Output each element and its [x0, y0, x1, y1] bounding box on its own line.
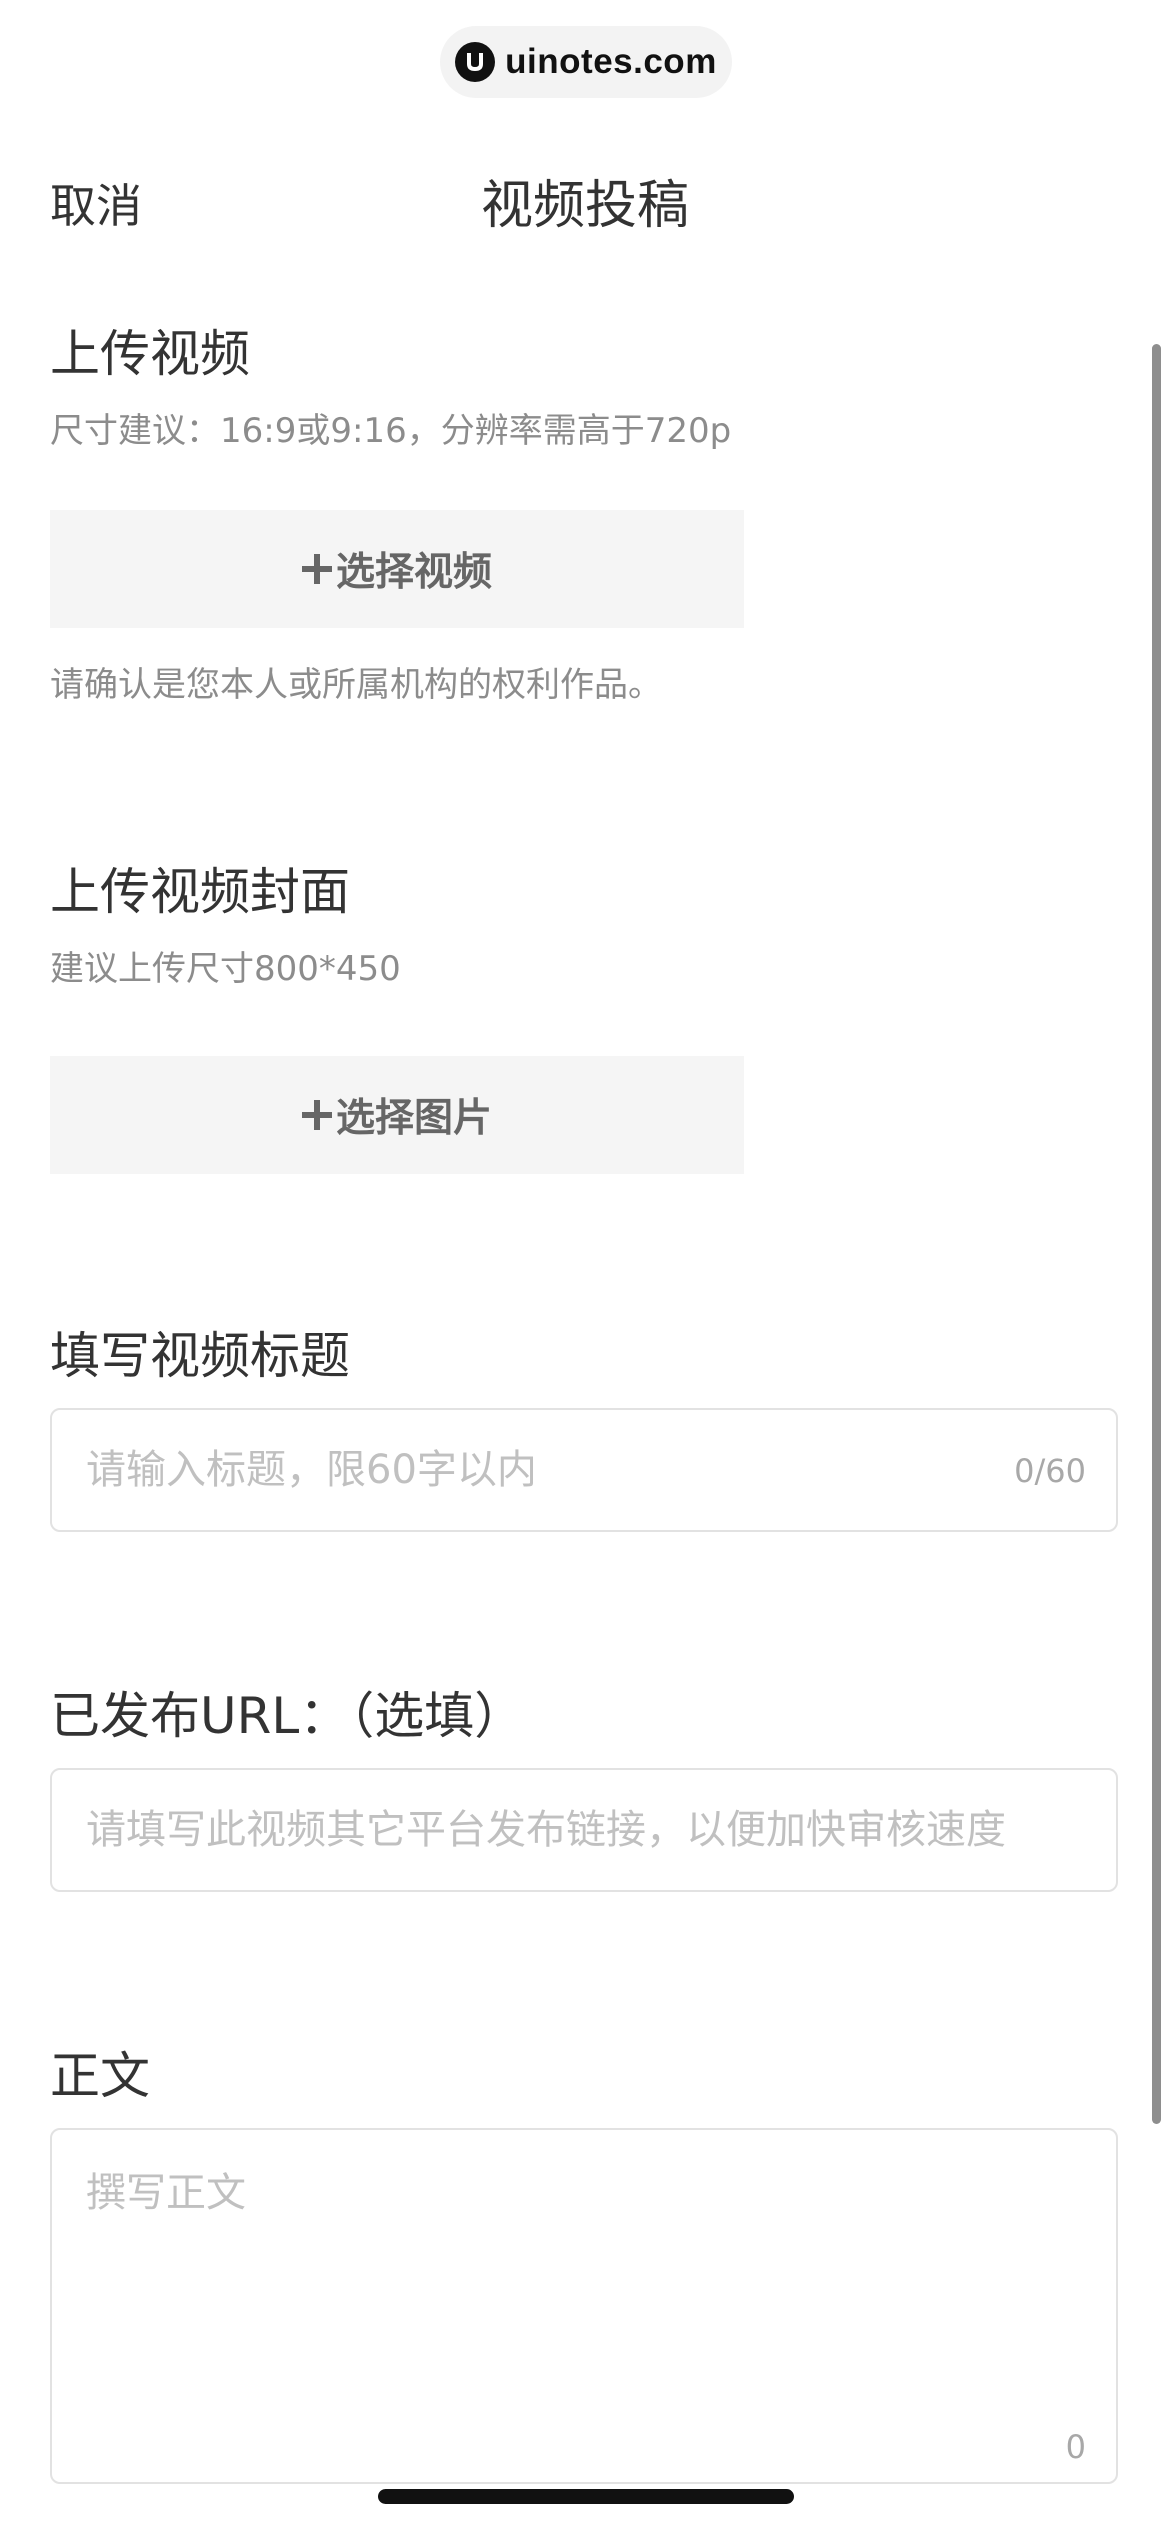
video-title-input[interactable] — [86, 1410, 986, 1530]
body-char-counter: 0 — [1065, 2428, 1086, 2466]
published-url-field — [50, 1768, 1118, 1892]
video-title-heading: 填写视频标题 — [50, 1327, 350, 1385]
watermark-badge: uinotes.com — [440, 26, 732, 98]
select-image-button[interactable]: 选择图片 — [50, 1056, 744, 1174]
home-indicator[interactable] — [378, 2489, 794, 2504]
video-title-field: 0/60 — [50, 1408, 1118, 1532]
uinotes-logo-icon — [455, 42, 496, 82]
body-heading: 正文 — [50, 2047, 150, 2105]
body-field: 0 — [50, 2128, 1118, 2484]
upload-video-hint: 尺寸建议：16:9或9:16，分辨率需高于720p — [50, 411, 732, 451]
title-char-counter: 0/60 — [1014, 1452, 1086, 1490]
plus-icon — [301, 1100, 332, 1130]
select-image-label: 选择图片 — [335, 1096, 492, 1141]
upload-video-heading: 上传视频 — [50, 325, 250, 383]
select-video-label: 选择视频 — [335, 550, 492, 595]
scrollbar[interactable] — [1152, 344, 1161, 2124]
watermark-text: uinotes.com — [505, 42, 717, 81]
ownership-notice: 请确认是您本人或所属机构的权利作品。 — [50, 665, 662, 705]
page-title: 视频投稿 — [480, 176, 689, 236]
published-url-heading: 已发布URL：（选填） — [50, 1687, 525, 1745]
upload-cover-hint: 建议上传尺寸800*450 — [50, 949, 401, 989]
published-url-input[interactable] — [86, 1770, 1086, 1890]
body-textarea[interactable] — [86, 2160, 1086, 2440]
plus-icon — [301, 554, 332, 584]
upload-cover-heading: 上传视频封面 — [50, 863, 350, 921]
select-video-button[interactable]: 选择视频 — [50, 510, 744, 628]
